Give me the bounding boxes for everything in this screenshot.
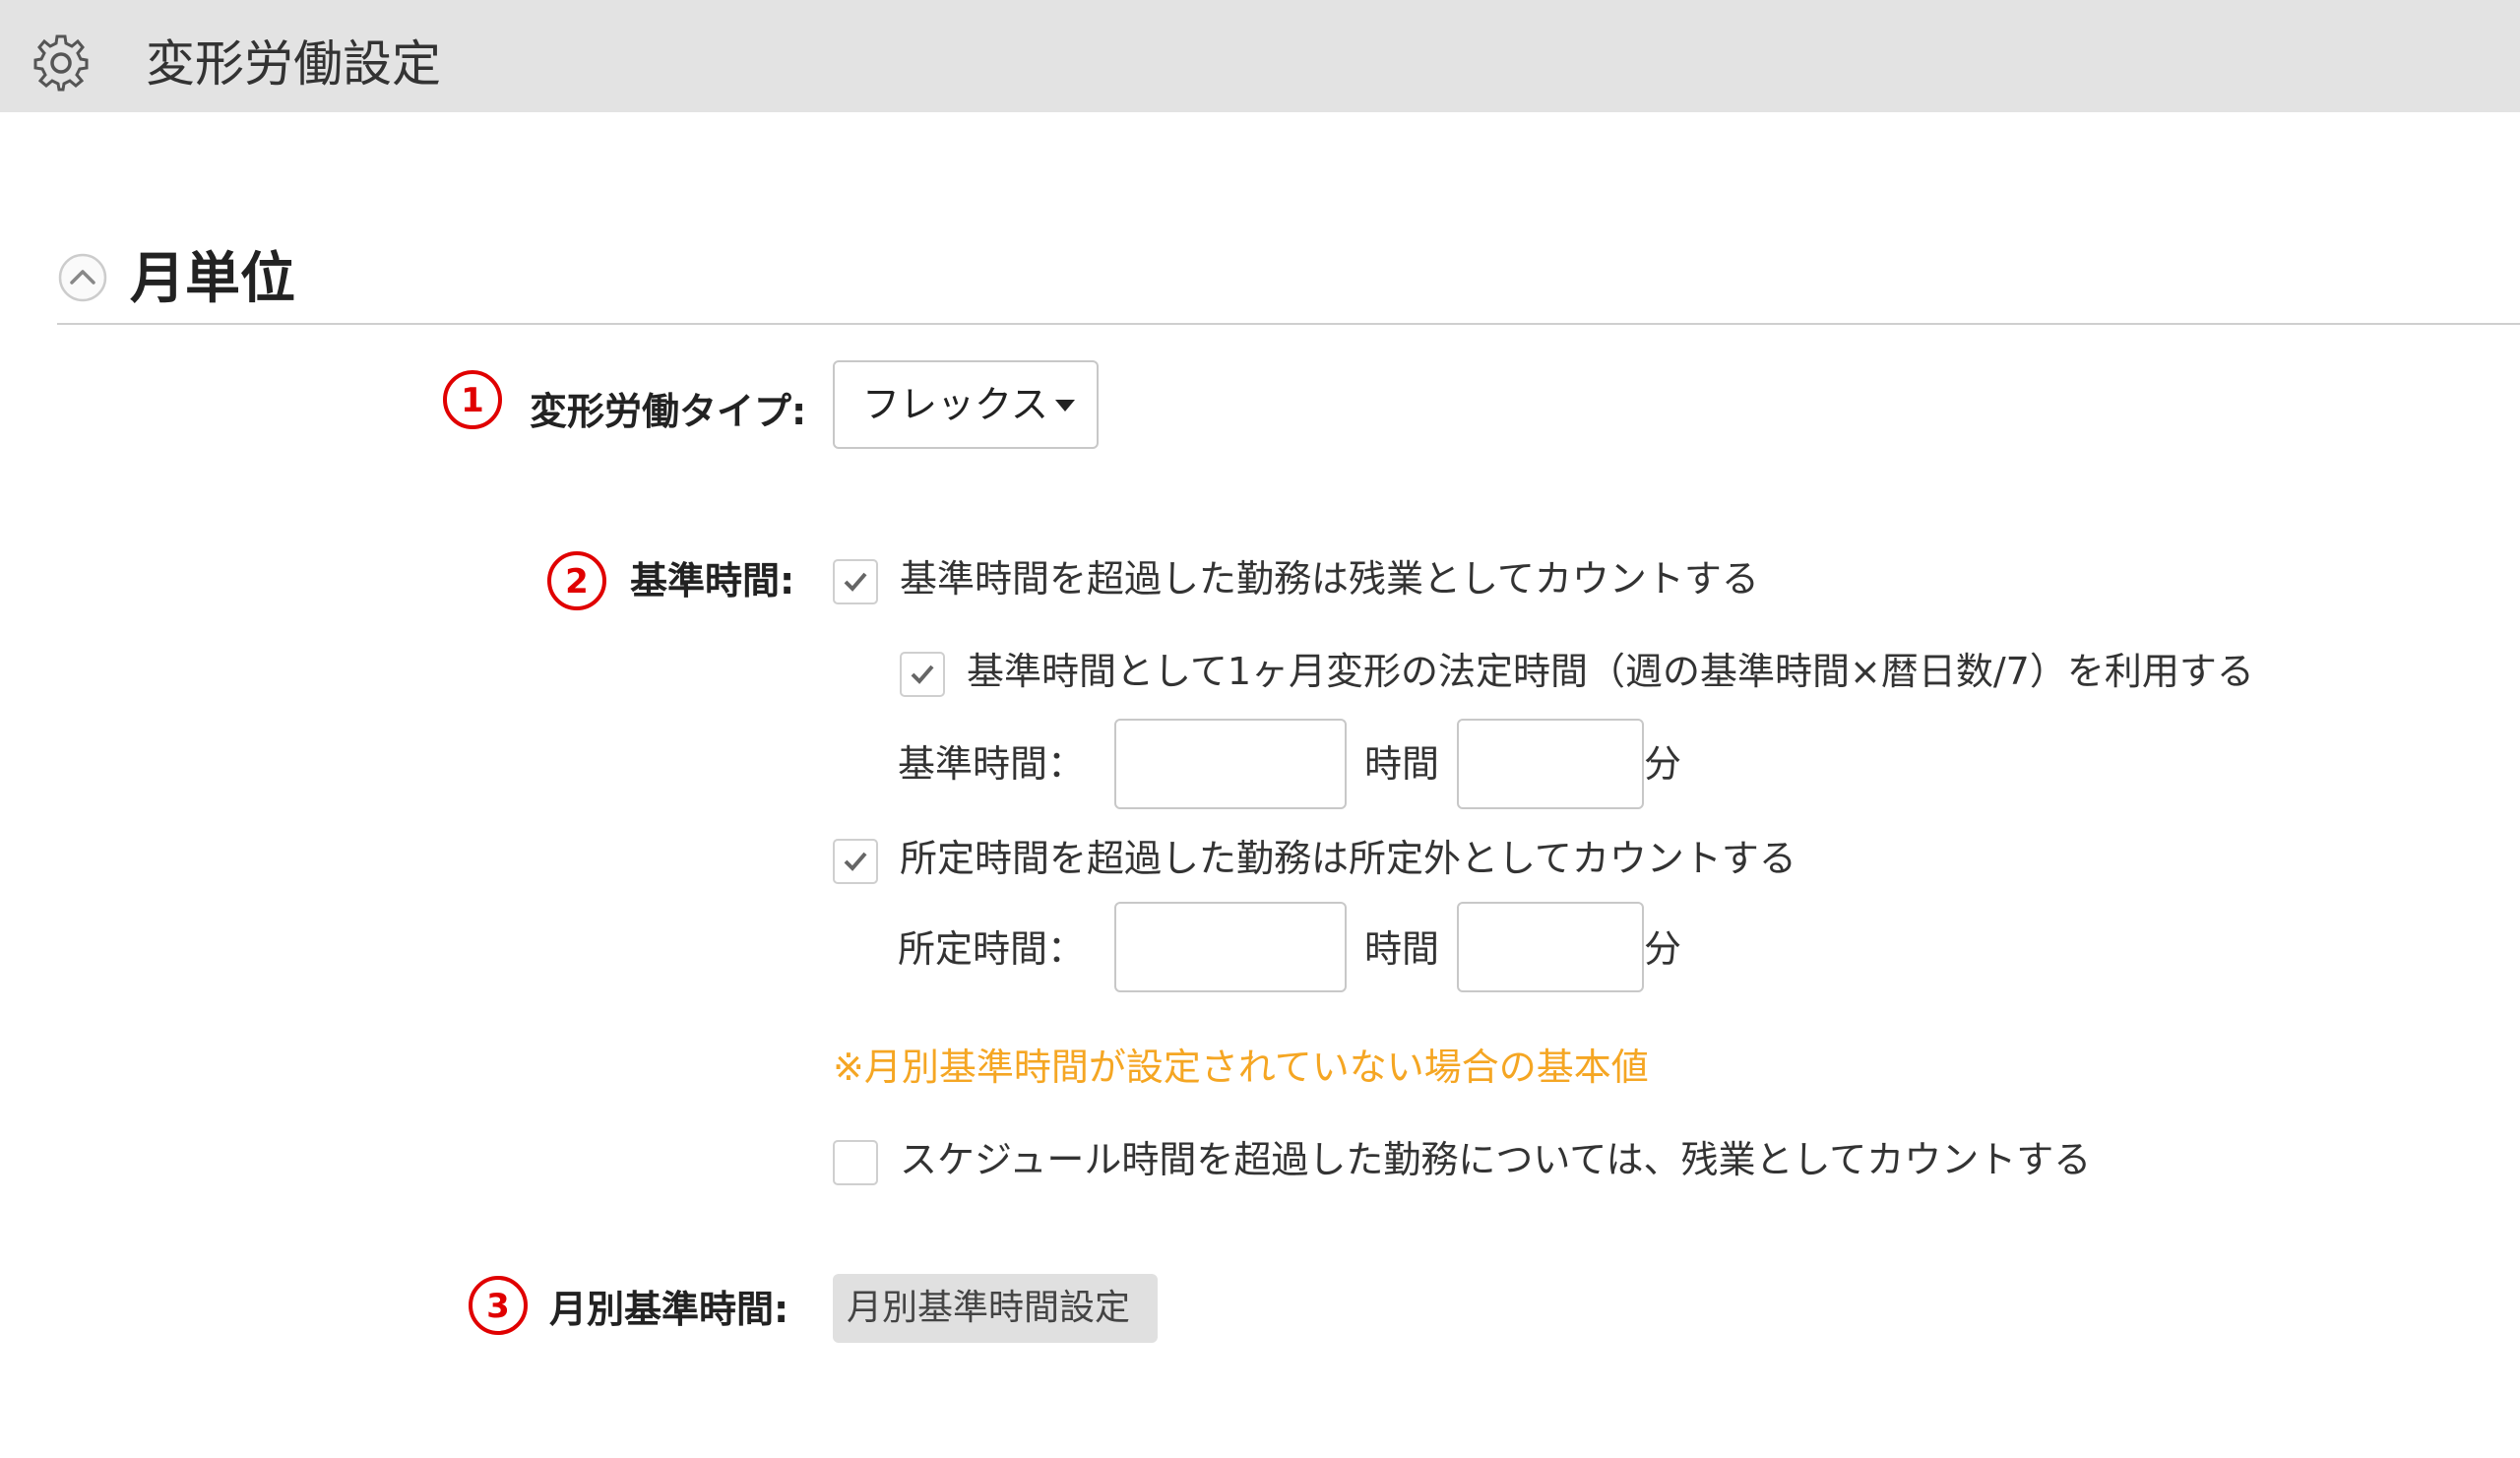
- check-icon: [844, 572, 867, 592]
- check-icon: [911, 665, 934, 684]
- section-title: 月単位: [130, 247, 295, 311]
- standard-hours-input[interactable]: [1114, 719, 1347, 809]
- prescribed-hours-input[interactable]: [1114, 902, 1347, 992]
- standard-minutes-unit: 分: [1644, 742, 1682, 786]
- type-label: 変形労働タイプ:: [530, 390, 807, 433]
- prescribed-time-label: 所定時間：: [898, 927, 1086, 971]
- header-bar: 変形労働設定: [0, 0, 2520, 112]
- exceed-overtime-label: 基準時間を超過した勤務は残業としてカウントする: [900, 557, 1759, 601]
- type-select-value: フレックス: [862, 383, 1048, 426]
- standard-minutes-input[interactable]: [1457, 719, 1644, 809]
- chevron-up-icon[interactable]: [57, 252, 108, 303]
- svg-text:2: 2: [565, 562, 589, 602]
- svg-text:3: 3: [486, 1287, 510, 1326]
- type-select[interactable]: フレックス: [833, 360, 1099, 449]
- standard-hours-unit: 時間: [1364, 742, 1440, 786]
- prescribed-minutes-unit: 分: [1644, 927, 1682, 971]
- svg-text:1: 1: [461, 381, 484, 420]
- prescribed-minutes-input[interactable]: [1457, 902, 1644, 992]
- exceed-outside-label: 所定時間を超過した勤務は所定外としてカウントする: [900, 837, 1796, 880]
- marker-3-badge: 3: [469, 1276, 528, 1335]
- caret-down-icon: [1055, 400, 1075, 412]
- use-legal-time-label: 基準時間として1ヶ月変形の法定時間（週の基準時間×暦日数/7）を利用する: [967, 650, 2254, 693]
- use-legal-time-checkbox[interactable]: [900, 652, 945, 697]
- schedule-overtime-label: スケジュール時間を超過した勤務については、残業としてカウントする: [900, 1138, 2092, 1181]
- check-icon: [844, 852, 867, 871]
- exceed-overtime-checkbox[interactable]: [833, 559, 878, 604]
- monthly-settings-button[interactable]: 月別基準時間設定: [833, 1274, 1158, 1343]
- monthly-label: 月別基準時間:: [549, 1288, 789, 1331]
- marker-1-badge: 1: [443, 370, 502, 429]
- section-divider: [57, 323, 2520, 325]
- standard-label: 基準時間:: [630, 559, 795, 602]
- marker-2-badge: 2: [547, 551, 606, 610]
- prescribed-hours-unit: 時間: [1364, 927, 1440, 971]
- standard-time-label: 基準時間：: [898, 742, 1086, 786]
- page-title: 変形労働設定: [146, 35, 441, 93]
- gear-icon: [33, 34, 89, 92]
- schedule-overtime-checkbox[interactable]: [833, 1140, 878, 1185]
- exceed-outside-checkbox[interactable]: [833, 839, 878, 884]
- default-value-note: ※月別基準時間が設定されていない場合の基本値: [833, 1046, 1649, 1089]
- monthly-settings-button-label: 月別基準時間設定: [847, 1288, 1131, 1328]
